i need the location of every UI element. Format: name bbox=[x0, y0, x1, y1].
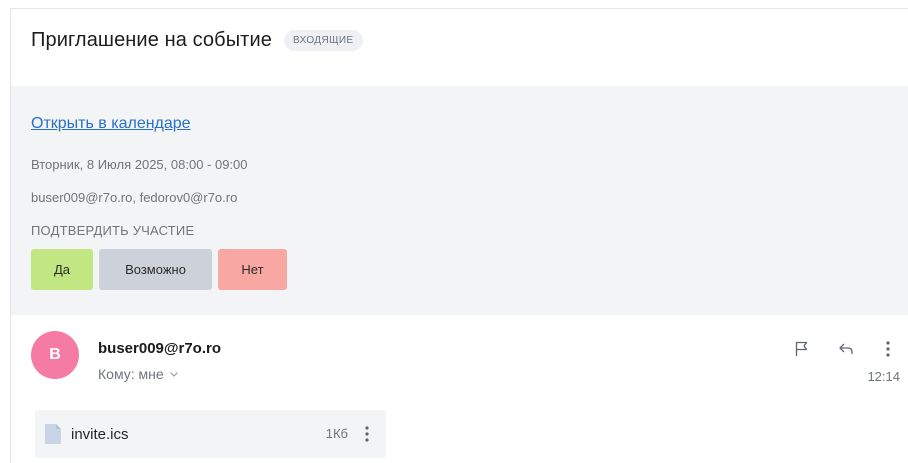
chevron-down-icon bbox=[169, 372, 178, 377]
sender-avatar: B bbox=[31, 331, 79, 379]
more-vertical-icon bbox=[365, 426, 369, 442]
recipient-label: Кому: мне bbox=[98, 366, 164, 382]
rsvp-no-button[interactable]: Нет bbox=[218, 249, 287, 290]
reply-icon bbox=[839, 343, 853, 354]
file-icon bbox=[45, 424, 61, 444]
attachment-file-name: invite.ics bbox=[71, 425, 129, 443]
message-time: 12:14 bbox=[867, 369, 900, 384]
rsvp-yes-button[interactable]: Да bbox=[31, 249, 93, 290]
message-actions bbox=[788, 337, 908, 361]
sender-email[interactable]: buser009@r7o.ro bbox=[98, 340, 221, 357]
attachment-more-button[interactable] bbox=[358, 422, 376, 446]
attachment-file-size: 1Кб bbox=[325, 426, 348, 441]
open-in-calendar-link[interactable]: Открыть в календаре bbox=[31, 115, 191, 133]
attachment-item[interactable]: invite.ics 1Кб bbox=[35, 410, 386, 458]
more-vertical-icon bbox=[886, 341, 890, 357]
event-participants: buser009@r7o.ro, fedorov0@r7o.ro bbox=[31, 190, 238, 205]
folder-badge[interactable]: ВХОДЯЩИЕ bbox=[283, 30, 363, 51]
message-header: Приглашение на событие ВХОДЯЩИЕ bbox=[31, 29, 363, 52]
message-subject: Приглашение на событие bbox=[31, 29, 272, 51]
flag-button[interactable] bbox=[790, 337, 814, 361]
more-actions-button[interactable] bbox=[876, 337, 900, 361]
rsvp-heading: ПОДТВЕРДИТЬ УЧАСТИЕ bbox=[31, 223, 195, 238]
rsvp-maybe-button[interactable]: Возможно bbox=[99, 249, 212, 290]
reply-button[interactable] bbox=[834, 337, 858, 361]
event-date-time: Вторник, 8 Июля 2025, 08:00 - 09:00 bbox=[31, 157, 248, 172]
flag-icon bbox=[795, 341, 808, 356]
recipient-toggle[interactable]: Кому: мне bbox=[98, 366, 179, 382]
message-view: Приглашение на событие ВХОДЯЩИЕ Открыть … bbox=[10, 8, 908, 463]
rsvp-button-group: Да Возможно Нет bbox=[31, 249, 287, 290]
invitation-panel: Открыть в календаре Вторник, 8 Июля 2025… bbox=[11, 86, 908, 315]
